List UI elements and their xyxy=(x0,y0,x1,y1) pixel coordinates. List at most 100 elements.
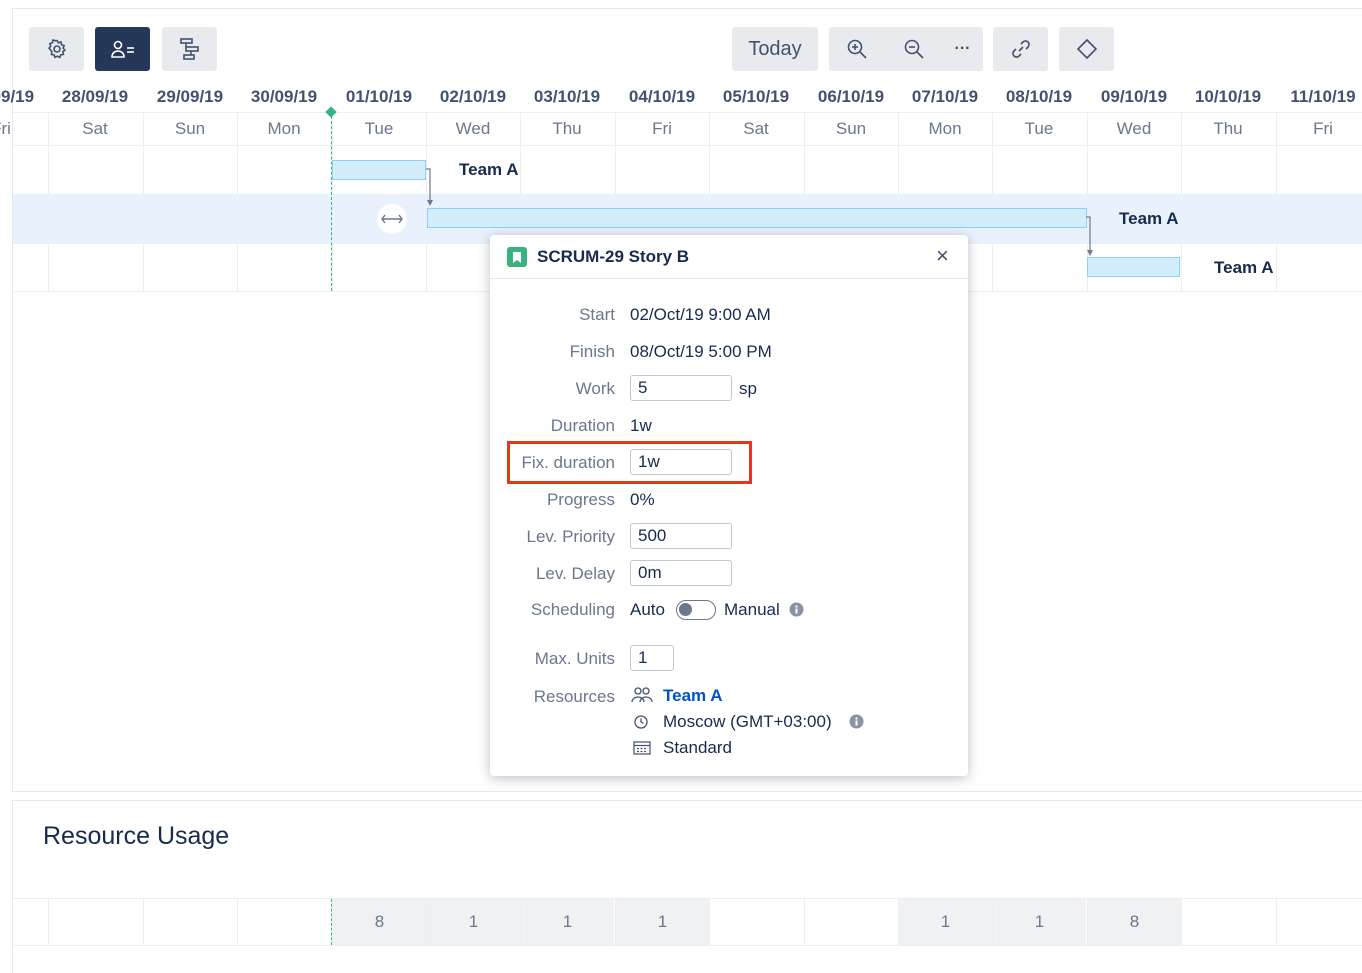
clock-icon xyxy=(634,715,648,729)
timezone-info-icon[interactable] xyxy=(849,714,864,729)
link-button[interactable] xyxy=(993,27,1048,71)
usage-cell xyxy=(805,899,898,945)
task-bar-2-label: Team A xyxy=(1119,209,1179,228)
scheduling-auto-label: Auto xyxy=(630,600,665,619)
today-line xyxy=(331,111,332,291)
usage-cell: 1 xyxy=(899,899,992,945)
info-icon[interactable] xyxy=(789,602,804,617)
fix-duration-input[interactable] xyxy=(630,449,732,475)
team-icon xyxy=(631,687,653,703)
timeline-date: 29/09/19 xyxy=(156,86,224,106)
progress-label: Progress xyxy=(546,490,615,509)
close-icon[interactable]: × xyxy=(936,245,949,267)
lev-delay-label: Lev. Delay xyxy=(535,564,615,583)
popup-header: SCRUM-29 Story B × xyxy=(490,235,968,279)
toggle-knob xyxy=(679,603,692,616)
grid-row-line xyxy=(13,145,1362,146)
timeline-day: Wed xyxy=(1116,119,1152,138)
scheduling-manual-label: Manual xyxy=(724,600,780,619)
calendar-icon xyxy=(633,741,651,755)
timeline-date: 06/10/19 xyxy=(817,86,885,106)
max-units-label: Max. Units xyxy=(534,649,615,668)
finish-label: Finish xyxy=(569,342,615,361)
timeline-day: Fri xyxy=(652,119,672,138)
story-icon xyxy=(507,247,527,267)
task-bar-3-label: Team A xyxy=(1214,258,1274,277)
gantt-bars-icon xyxy=(179,38,199,60)
finish-value: 08/Oct/19 5:00 PM xyxy=(630,342,772,361)
zoom-in-button[interactable] xyxy=(829,27,884,71)
settings-button[interactable] xyxy=(29,27,84,71)
start-value: 02/Oct/19 9:00 AM xyxy=(630,305,771,324)
timeline-day: Mon xyxy=(267,119,301,138)
work-input[interactable] xyxy=(630,375,732,401)
lev-priority-label: Lev. Priority xyxy=(526,527,616,546)
timeline-day: Sat xyxy=(82,119,108,138)
timeline-date: 07/10/19 xyxy=(911,86,979,106)
timeline-date: 04/10/19 xyxy=(628,86,696,106)
task-bar-3[interactable] xyxy=(1087,257,1180,277)
task-bar-2[interactable] xyxy=(427,208,1087,228)
today-line-usage xyxy=(331,899,332,945)
usage-cell: 1 xyxy=(616,899,709,945)
today-button[interactable]: Today xyxy=(732,27,818,71)
timeline-date: 11/10/19 xyxy=(1290,86,1356,106)
progress-value: 0% xyxy=(630,490,655,509)
zoom-out-icon xyxy=(904,39,924,59)
timeline-day: Thu xyxy=(1213,119,1243,138)
task-bar-1-label: Team A xyxy=(459,160,519,179)
timeline-day: Sun xyxy=(835,119,867,138)
usage-cell: 8 xyxy=(1088,899,1181,945)
more-icon: ··· xyxy=(954,40,971,57)
duration-label: Duration xyxy=(550,416,615,435)
timeline-day: Tue xyxy=(364,119,394,138)
lev-delay-input[interactable] xyxy=(630,560,732,586)
popup-title[interactable]: SCRUM-29 Story B xyxy=(537,247,689,267)
lev-priority-input[interactable] xyxy=(630,523,732,549)
timeline-date: 02/10/19 xyxy=(439,86,507,106)
diamond-icon xyxy=(1076,38,1097,60)
timeline-date: 03/10/19 xyxy=(533,86,601,106)
resource-view-button[interactable] xyxy=(95,27,150,71)
duration-value: 1w xyxy=(630,416,652,435)
dependency-arrow-2 xyxy=(1086,216,1093,256)
usage-cell: 8 xyxy=(333,899,426,945)
gantt-view-button[interactable] xyxy=(162,27,217,71)
resource-calendar: Standard xyxy=(663,738,732,757)
timeline-date: 28/09/19 xyxy=(61,86,129,106)
resource-usage-title: Resource Usage xyxy=(43,822,230,850)
more-button[interactable]: ··· xyxy=(942,27,983,71)
gantt-app: Today ··· 27/09/19 28/09/19 29/09/19 30/09/… xyxy=(0,0,1362,973)
scheduling-toggle[interactable] xyxy=(676,600,716,620)
resource-timezone: Moscow (GMT+03:00) xyxy=(663,712,832,731)
max-units-input[interactable] xyxy=(630,645,674,671)
task-bar-1[interactable] xyxy=(332,160,426,180)
timeline-date: 30/09/19 xyxy=(250,86,318,106)
timeline-date: 08/10/19 xyxy=(1005,86,1073,106)
timeline-date: 27/09/19 xyxy=(0,86,35,106)
task-details-popup: SCRUM-29 Story B × Start 02/Oct/19 9:00 … xyxy=(490,235,968,776)
timeline-day: Thu xyxy=(552,119,582,138)
resource-team-link[interactable]: Team A xyxy=(663,686,723,706)
usage-cell: 1 xyxy=(521,899,614,945)
leveling-icon[interactable] xyxy=(376,203,408,235)
resources-label: Resources xyxy=(533,687,615,706)
fix-duration-label: Fix. duration xyxy=(521,453,615,472)
zoom-in-icon xyxy=(847,39,867,59)
usage-cell: 1 xyxy=(993,899,1086,945)
timeline-date: 09/10/19 xyxy=(1100,86,1168,106)
timeline-day: Tue xyxy=(1024,119,1054,138)
timeline-date: 01/10/19 xyxy=(345,86,413,106)
timeline-day: Fri xyxy=(0,119,11,138)
dependency-arrow-1 xyxy=(426,168,433,206)
timeline-day: Wed xyxy=(455,119,491,138)
gear-icon xyxy=(47,38,66,59)
timeline-day: Sat xyxy=(743,119,769,138)
today-label: Today xyxy=(748,37,802,60)
work-unit: sp xyxy=(739,379,757,398)
start-label: Start xyxy=(579,305,615,324)
zoom-out-button[interactable] xyxy=(886,27,941,71)
milestone-button[interactable] xyxy=(1059,27,1114,71)
usage-cell xyxy=(710,899,803,945)
timeline-date: 10/10/19 xyxy=(1194,86,1262,106)
